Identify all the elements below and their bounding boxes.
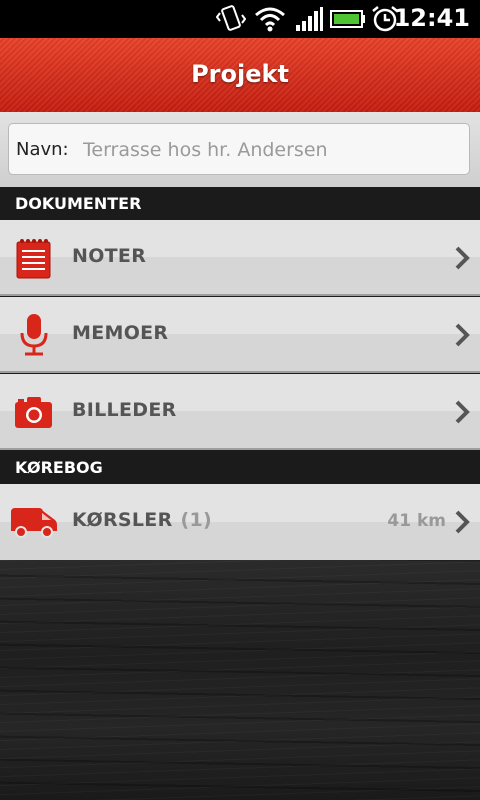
chevron-right-icon — [455, 246, 470, 270]
wood-background — [0, 560, 480, 800]
page-title: Projekt — [191, 60, 289, 88]
distance-value: 41 km — [387, 511, 446, 531]
name-input[interactable] — [81, 134, 465, 166]
list-item-korsler[interactable]: KØRSLER (1) 41 km — [0, 484, 480, 560]
clock: 12:41 — [393, 4, 470, 32]
chevron-right-icon — [455, 400, 470, 424]
vibrate-icon — [216, 5, 246, 31]
row-label: MEMOER — [72, 322, 169, 344]
list-item-memoer[interactable]: MEMOER — [0, 297, 480, 373]
row-label: BILLEDER — [72, 399, 177, 421]
name-area: Navn: — [0, 112, 480, 187]
chevron-right-icon — [455, 510, 470, 534]
title-bar: Projekt — [0, 38, 480, 113]
row-label-text: KØRSLER — [72, 509, 173, 531]
name-field[interactable]: Navn: — [8, 123, 470, 175]
row-label: KØRSLER (1) — [72, 509, 212, 531]
wifi-icon — [255, 7, 285, 32]
row-label: NOTER — [72, 245, 147, 267]
chevron-right-icon — [455, 323, 470, 347]
camera-icon — [15, 397, 52, 428]
microphone-icon — [20, 314, 48, 356]
notepad-icon — [16, 239, 51, 279]
trip-count: (1) — [180, 509, 212, 531]
battery-icon — [330, 10, 365, 28]
van-icon — [11, 508, 57, 538]
name-label: Navn: — [16, 139, 69, 160]
section-header-documents: DOKUMENTER — [0, 187, 480, 220]
list-item-billeder[interactable]: BILLEDER — [0, 374, 480, 450]
signal-icon — [296, 7, 323, 31]
list-item-noter[interactable]: NOTER — [0, 220, 480, 296]
section-header-logbook: KØREBOG — [0, 451, 480, 484]
status-bar: 12:41 — [0, 0, 480, 38]
